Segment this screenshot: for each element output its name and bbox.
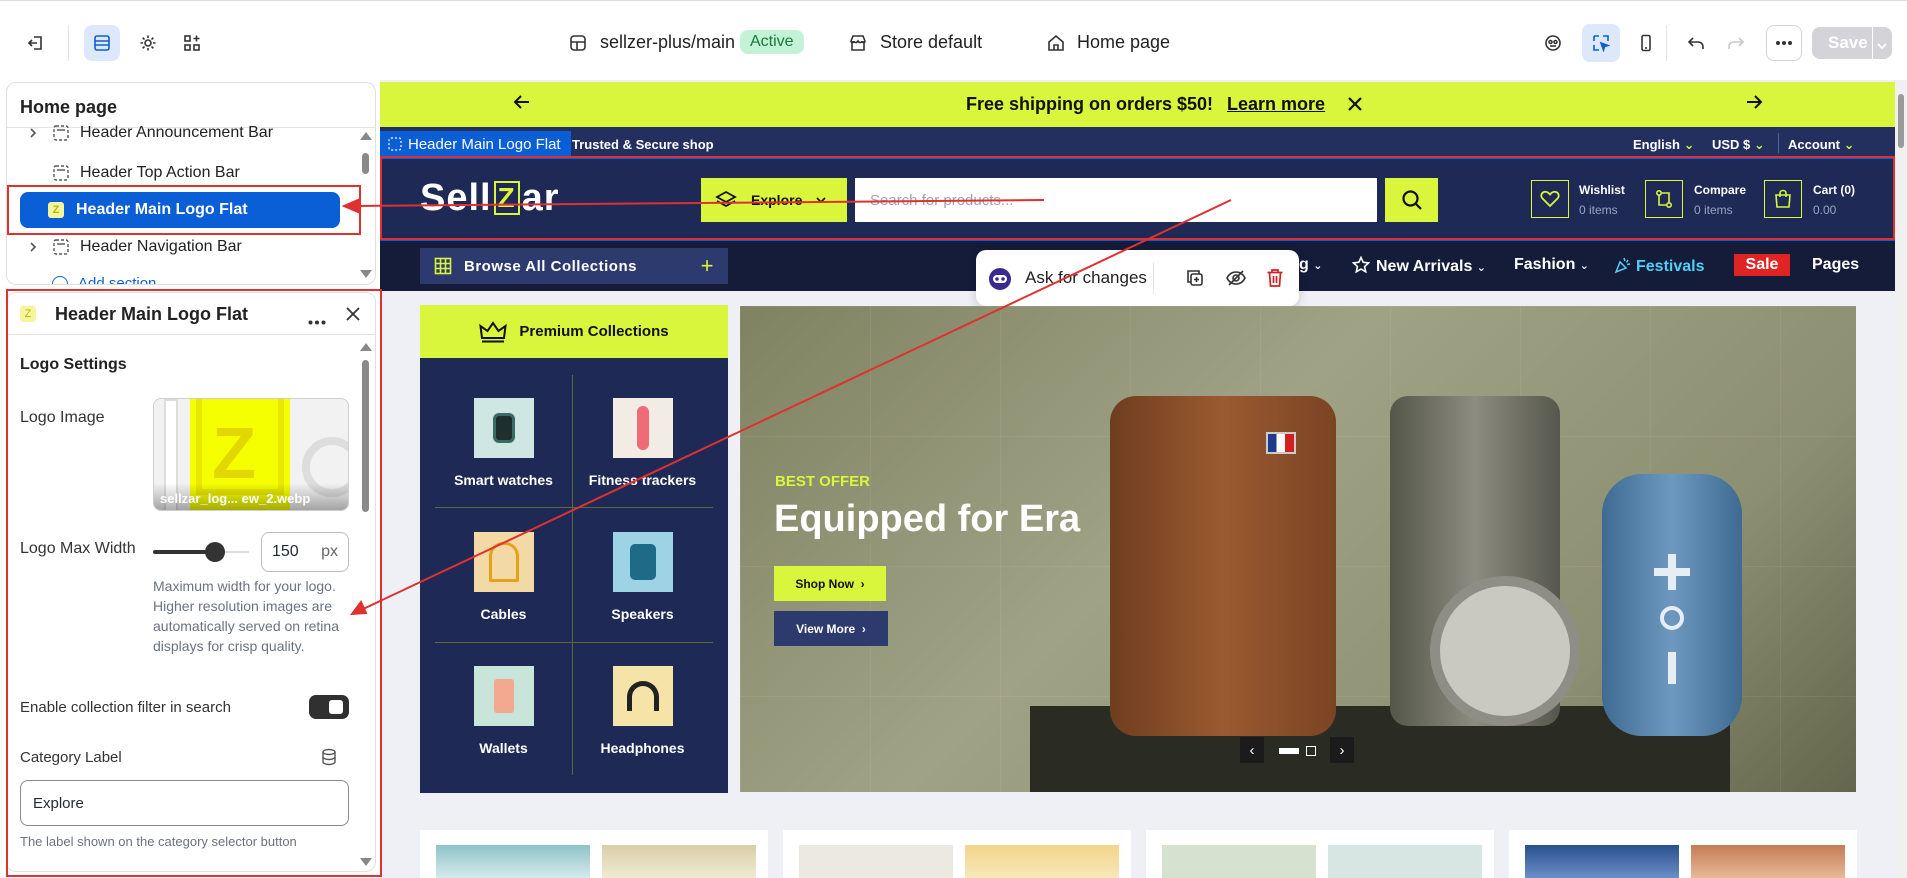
annotation-arrows [341,198,1232,616]
